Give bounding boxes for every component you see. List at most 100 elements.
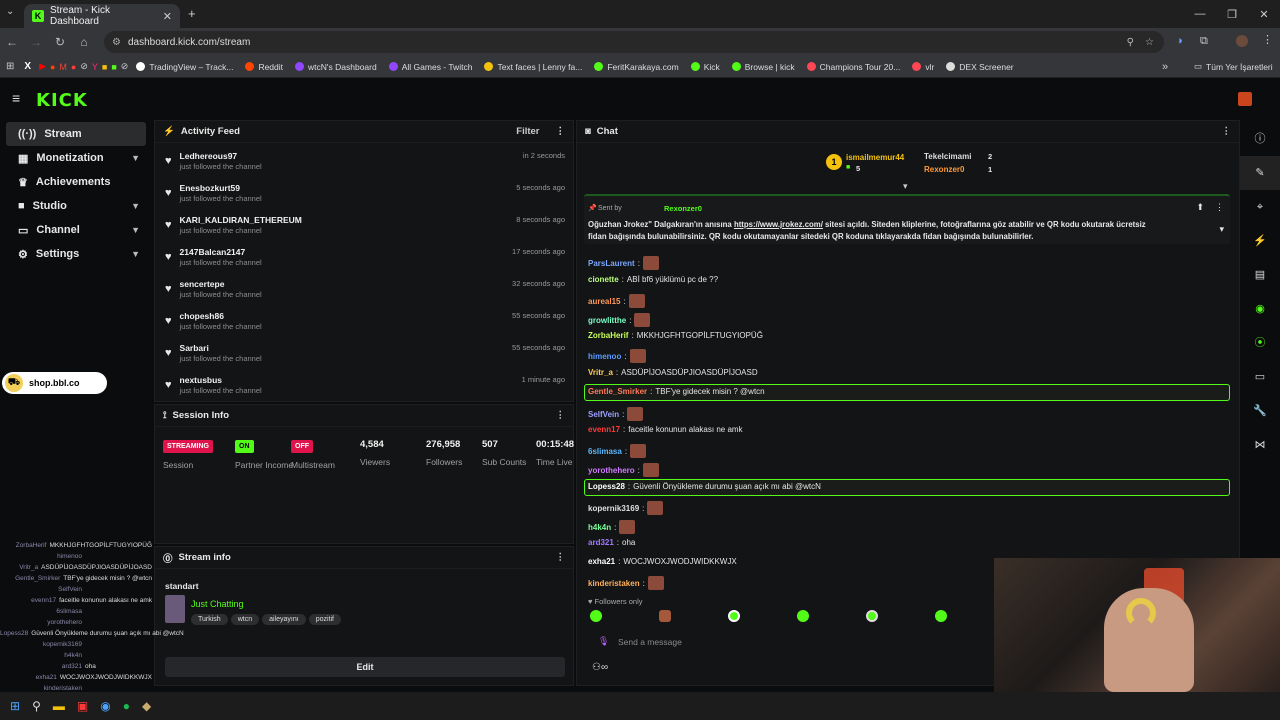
tab-search-icon[interactable]: ⌄ (6, 6, 14, 17)
collapse-chevron-icon[interactable]: ▾ (903, 181, 908, 192)
chat-username[interactable]: kopernik3169 (588, 504, 639, 513)
activity-username[interactable]: nextusbus (180, 375, 262, 385)
chat-username[interactable]: growlitthe (588, 316, 626, 325)
sidebar-item-stream[interactable]: ((·)) Stream (6, 122, 146, 146)
expand-chevron-icon[interactable]: ▾ (1219, 224, 1224, 235)
emote-icon[interactable] (590, 610, 602, 622)
emote-icon[interactable] (935, 610, 947, 622)
stream-tag[interactable]: Turkish (191, 614, 228, 625)
chat-username[interactable]: himenoo (588, 352, 621, 361)
chat-username[interactable]: Vritr_a (588, 368, 613, 377)
chat-message[interactable]: kinderistaken: (588, 576, 664, 590)
chat-username[interactable]: SelfVein (588, 410, 619, 419)
chat-message[interactable]: ZorbaHerif: MKKHJGFHTGOPİLFTUGYIOPÜĞ (588, 331, 763, 340)
activity-username[interactable]: sencertepe (180, 279, 262, 289)
sidebar-item-settings[interactable]: ⚙ Settings ▼ (6, 242, 146, 266)
extension-icon[interactable]: ◑ (1176, 35, 1183, 47)
chat-username[interactable]: kinderistaken (588, 579, 640, 588)
chat-username[interactable]: h4k4n (588, 523, 611, 532)
user-avatar[interactable] (1238, 92, 1252, 106)
sidebar-item-achievements[interactable]: ♛ Achievements (6, 170, 146, 194)
pencil-icon[interactable]: ✎ (1240, 156, 1280, 190)
emote-icon[interactable] (797, 610, 809, 622)
chat-username[interactable]: ZorbaHerif (588, 331, 628, 340)
chat-username[interactable]: Lopess28 (588, 482, 625, 491)
document-icon[interactable]: ▤ (1240, 258, 1280, 292)
broadcast-icon[interactable]: ⦿ (1240, 326, 1280, 360)
bookmark-icon-g[interactable]: ⊘ (121, 61, 129, 72)
filter-button[interactable]: Filter (516, 126, 539, 137)
site-info-icon[interactable]: ⚙ (112, 37, 121, 48)
chat-username[interactable]: ParsLaurent (588, 259, 635, 268)
activity-item[interactable]: ♥ chopesh86 just followed the channel 55 se… (155, 305, 573, 337)
emote-icon[interactable] (659, 610, 671, 622)
app-icon[interactable]: ▣ (77, 699, 88, 713)
x-bookmark-icon[interactable]: X (24, 61, 31, 72)
browser-menu-icon[interactable]: ⋮ (1262, 33, 1273, 46)
chat-message[interactable]: ParsLaurent: (588, 256, 659, 270)
bookmarks-all-folder[interactable]: ▭ Tüm Yer İşaretleri (1190, 61, 1277, 72)
reload-icon[interactable]: ↻ (48, 35, 72, 49)
close-tab-icon[interactable]: ✕ (163, 10, 172, 23)
chat-message[interactable]: SelfVein: (588, 407, 644, 421)
sidebar-item-channel[interactable]: ▭ Channel ▼ (6, 218, 146, 242)
bookmark-feritkarakaya[interactable]: FeritKarakaya.com (590, 62, 682, 72)
chat-username[interactable]: evenn17 (588, 425, 620, 434)
back-icon[interactable]: ← (0, 35, 24, 49)
monitor-icon[interactable]: ▭ (1240, 360, 1280, 394)
bookmark-reddit[interactable]: Reddit (241, 62, 287, 72)
microphone-icon[interactable]: 🎙 (598, 636, 609, 647)
maximize-icon[interactable]: ❐ (1216, 0, 1248, 28)
bookmark-icon-c[interactable]: ⊘ (80, 61, 88, 72)
chat-message[interactable]: yorothehero: (588, 463, 659, 477)
activity-username[interactable]: Ledhereous97 (180, 151, 262, 161)
pinned-link[interactable]: https://www.jrokez.com/ (734, 220, 823, 229)
activity-username[interactable]: Sarbari (180, 343, 262, 353)
activity-item[interactable]: ♥ sencertepe just followed the channel 32 s… (155, 273, 573, 305)
chat-settings-icon[interactable]: ⚇∞ (592, 662, 608, 673)
profile-avatar[interactable] (1236, 35, 1248, 47)
extensions-puzzle-icon[interactable]: ⧉ (1200, 35, 1208, 48)
new-tab-icon[interactable]: + (188, 6, 196, 21)
chat-username[interactable]: cionette (588, 275, 619, 284)
browser-tab-active[interactable]: K Stream - Kick Dashboard ✕ (24, 4, 180, 28)
stream-tag[interactable]: aileyayını (262, 614, 306, 625)
chat-message[interactable]: Gentle_Smirker: TBF'ye gidecek misin ? @w… (588, 387, 765, 396)
kick-logo[interactable]: KICK (36, 90, 88, 111)
bookmark-icon-f[interactable]: ■ (111, 62, 116, 72)
chrome-icon[interactable]: ◉ (100, 699, 110, 713)
chat-username[interactable]: ard321 (588, 538, 614, 547)
chat-message[interactable]: evenn17: faceitle konunun alakası ne amk (588, 425, 743, 434)
gmail-bookmark-icon[interactable]: M (59, 62, 67, 72)
bookmark-tradingview[interactable]: TradingView – Track... (132, 62, 237, 72)
bookmark-star-icon[interactable]: ☆ (1145, 37, 1154, 48)
league-icon[interactable]: ◆ (142, 699, 151, 713)
bookmark-icon-e[interactable]: ■ (102, 62, 107, 72)
bookmark-icon-b[interactable]: ● (71, 62, 76, 72)
activity-item[interactable]: ♥ Sarbari just followed the channel 55 seco… (155, 337, 573, 369)
share-icon[interactable]: ⋈ (1240, 428, 1280, 462)
chat-message[interactable]: kopernik3169: (588, 501, 664, 515)
activity-username[interactable]: Enesbozkurt59 (180, 183, 262, 193)
file-explorer-icon[interactable]: ▬ (53, 699, 65, 713)
chat-message[interactable]: growlitthe: (588, 313, 651, 327)
minimize-icon[interactable]: — (1184, 0, 1216, 28)
chat-input[interactable]: 🎙 Send a message (590, 632, 990, 652)
chat-message[interactable]: ard321: oha (588, 538, 635, 547)
activity-item[interactable]: ♥ 2147Balcan2147 just followed the channel… (155, 241, 573, 273)
hamburger-menu-icon[interactable]: ≡ (12, 90, 20, 106)
shop-banner[interactable]: ⛟ shop.bbl.co (2, 372, 107, 394)
more-options-icon[interactable]: ⋮ (556, 126, 566, 137)
chat-username[interactable]: 6slimasa (588, 447, 622, 456)
bookmark-icon-d[interactable]: Y (92, 62, 98, 72)
chat-username[interactable]: yorothehero (588, 466, 635, 475)
window-close-icon[interactable]: ✕ (1248, 0, 1280, 28)
chat-username[interactable]: aureal15 (588, 297, 620, 306)
chat-message[interactable]: Lopess28: Güvenli Önyükleme durumu şuan a… (588, 482, 821, 491)
bookmark-kick[interactable]: Kick (687, 62, 724, 72)
activity-item[interactable]: ♥ nextusbus just followed the channel 1 min… (155, 369, 573, 401)
bookmarks-overflow-icon[interactable]: » (1162, 61, 1168, 73)
activity-item[interactable]: ♥ Ledhereous97 just followed the channel in… (155, 145, 573, 177)
crosshair-icon[interactable]: ⌖ (1240, 190, 1280, 224)
chat-message[interactable]: aureal15: (588, 294, 645, 308)
